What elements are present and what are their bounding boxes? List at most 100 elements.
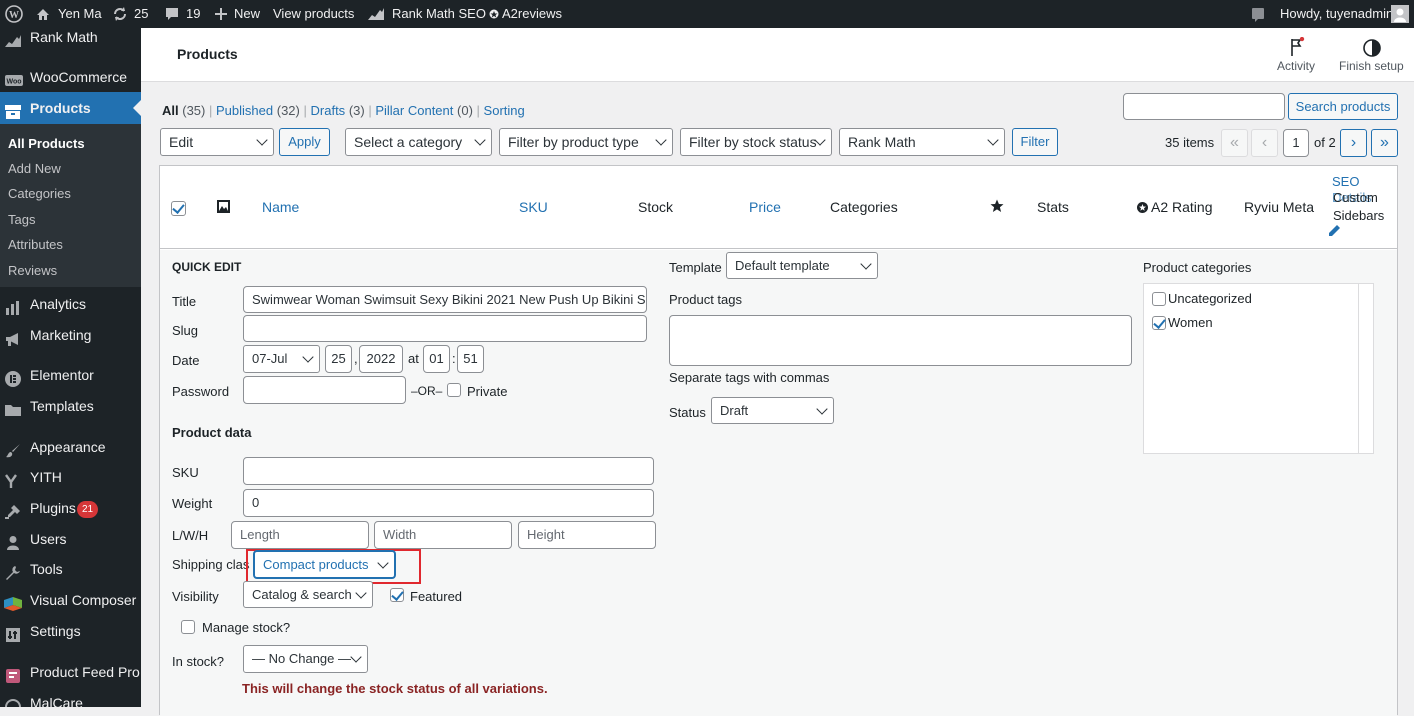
sidebar-item-product-feed-pro[interactable]: Product Feed Pro <box>0 657 141 687</box>
visibility-select[interactable]: Catalog & search <box>243 581 373 608</box>
view-published-count: (32) <box>276 103 300 118</box>
next-page-button[interactable]: › <box>1340 129 1367 157</box>
bulk-action-select[interactable]: Edit <box>160 128 274 156</box>
sidebar-item-plugins[interactable]: Plugins 21 <box>0 493 141 523</box>
sidebar-item-users[interactable]: Users <box>0 524 141 554</box>
comments-count[interactable]: 19 <box>186 0 200 28</box>
plus-icon[interactable] <box>215 0 227 28</box>
quick-edit-heading: QUICK EDIT <box>172 260 242 274</box>
sidebar-item-tools[interactable]: Tools <box>0 554 141 584</box>
sidebar-item-appearance[interactable]: Appearance <box>0 432 141 462</box>
last-page-button[interactable]: » <box>1371 129 1398 157</box>
activity-label[interactable]: Activity <box>1277 59 1315 73</box>
new-link[interactable]: New <box>234 0 260 28</box>
finish-setup-label[interactable]: Finish setup <box>1339 59 1404 73</box>
view-published[interactable]: Published <box>216 103 273 118</box>
private-checkbox[interactable] <box>447 383 461 397</box>
submenu-tags[interactable]: Tags <box>8 212 35 227</box>
width-input[interactable]: Width <box>374 521 512 549</box>
prev-page-button[interactable]: ‹ <box>1251 129 1278 157</box>
separator: | <box>368 103 372 118</box>
updates-count[interactable]: 25 <box>134 0 148 28</box>
filter-button[interactable]: Filter <box>1012 128 1058 156</box>
sidebar-item-elementor[interactable]: Elementor <box>0 360 141 390</box>
column-name[interactable]: Name <box>262 199 299 215</box>
view-products-link[interactable]: View products <box>273 0 354 28</box>
slug-input[interactable] <box>243 315 647 342</box>
submenu-reviews[interactable]: Reviews <box>8 263 57 278</box>
title-input[interactable]: Swimwear Woman Swimsuit Sexy Bikini 2021… <box>243 286 647 313</box>
weight-input[interactable]: 0 <box>243 489 654 517</box>
product-tags-textarea[interactable] <box>669 315 1132 366</box>
sidebar-item-label: Elementor <box>30 367 94 383</box>
search-input[interactable] <box>1123 93 1285 120</box>
view-sorting[interactable]: Sorting <box>484 103 525 118</box>
category-filter-select[interactable]: Select a category <box>345 128 492 156</box>
current-page-input[interactable]: 1 <box>1283 129 1309 157</box>
template-select[interactable]: Default template <box>726 252 878 279</box>
stock-status-filter-select[interactable]: Filter by stock status <box>680 128 832 156</box>
view-pillar-content[interactable]: Pillar Content <box>375 103 453 118</box>
password-input[interactable] <box>243 376 406 404</box>
sidebar-item-products[interactable]: Products <box>0 92 141 124</box>
star-icon[interactable] <box>990 199 1004 216</box>
submenu-add-new[interactable]: Add New <box>8 161 61 176</box>
flag-icon[interactable] <box>1289 36 1305 60</box>
half-circle-icon[interactable] <box>1363 39 1381 60</box>
sidebar-item-woocommerce[interactable]: Woo WooCommerce <box>0 62 141 92</box>
featured-checkbox[interactable] <box>390 588 404 602</box>
product-type-filter-select[interactable]: Filter by product type <box>499 128 673 156</box>
pencil-icon[interactable] <box>1328 224 1341 240</box>
howdy-user[interactable]: Howdy, tuyenadmin <box>1280 0 1393 28</box>
date-year-input[interactable]: 2022 <box>359 345 403 373</box>
submenu-categories[interactable]: Categories <box>8 186 71 201</box>
apply-button[interactable]: Apply <box>279 128 330 156</box>
comments-icon[interactable] <box>164 0 180 28</box>
column-sku[interactable]: SKU <box>519 199 548 215</box>
column-seo[interactable]: SEO <box>1332 174 1359 189</box>
date-month-select[interactable]: 07-Jul <box>243 345 320 373</box>
sidebar-item-rank-math[interactable]: Rank Math <box>0 28 141 52</box>
in-stock-select[interactable]: — No Change — <box>243 645 368 673</box>
sidebar-item-yith[interactable]: YITH <box>0 462 141 492</box>
shipping-class-select[interactable]: Compact products <box>254 551 395 578</box>
sidebar-item-templates[interactable]: Templates <box>0 391 141 421</box>
status-select[interactable]: Draft <box>711 397 834 424</box>
a2reviews-link[interactable]: A2reviews <box>502 0 562 28</box>
sku-input[interactable] <box>243 457 654 485</box>
category-women-checkbox[interactable] <box>1152 316 1166 330</box>
notification-icon[interactable] <box>1251 0 1265 28</box>
select-all-checkbox[interactable] <box>171 201 186 216</box>
length-input[interactable]: Length <box>231 521 369 549</box>
date-label: Date <box>172 353 200 368</box>
sidebar-item-analytics[interactable]: Analytics <box>0 289 141 319</box>
sidebar-item-marketing[interactable]: Marketing <box>0 320 141 350</box>
sidebar-item-settings[interactable]: Settings <box>0 616 141 646</box>
first-page-button[interactable]: « <box>1221 129 1248 157</box>
stock-warning: This will change the stock status of all… <box>242 681 548 696</box>
wordpress-logo-icon[interactable]: W <box>5 0 23 28</box>
submenu-attributes[interactable]: Attributes <box>8 237 63 252</box>
view-all[interactable]: All <box>162 103 179 118</box>
plugins-update-badge: 21 <box>77 501 99 518</box>
column-price[interactable]: Price <box>749 199 781 215</box>
view-drafts[interactable]: Drafts <box>311 103 346 118</box>
height-input[interactable]: Height <box>518 521 656 549</box>
column-a2-rating: A2 Rating <box>1151 199 1213 215</box>
updates-icon[interactable] <box>112 0 128 28</box>
date-day-input[interactable]: 25 <box>325 345 352 373</box>
rank-math-seo-link[interactable]: Rank Math SEO <box>392 0 486 28</box>
site-name-link[interactable]: Yen Ma <box>58 0 102 28</box>
category-uncategorized-checkbox[interactable] <box>1152 292 1166 306</box>
product-categories-label: Product categories <box>1143 260 1252 275</box>
sidebar-item-malcare[interactable]: MalCare <box>0 688 141 707</box>
avatar[interactable] <box>1391 5 1409 23</box>
rank-math-filter-select[interactable]: Rank Math <box>839 128 1005 156</box>
manage-stock-checkbox[interactable] <box>181 620 195 634</box>
submenu-all-products[interactable]: All Products <box>8 136 85 151</box>
search-products-button[interactable]: Search products <box>1288 93 1398 120</box>
sidebar-item-visual-composer[interactable]: Visual Composer <box>0 585 141 615</box>
date-hour-input[interactable]: 01 <box>423 345 450 373</box>
list-scrollbar[interactable] <box>1358 284 1359 453</box>
date-minute-input[interactable]: 51 <box>457 345 484 373</box>
